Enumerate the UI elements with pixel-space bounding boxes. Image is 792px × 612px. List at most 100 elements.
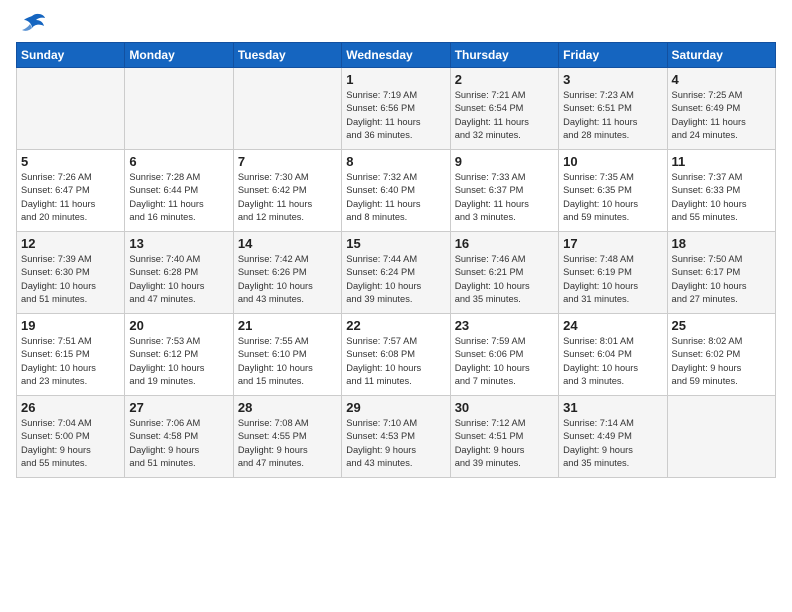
calendar-cell: 12 Sunrise: 7:39 AM Sunset: 6:30 PM Dayli… (17, 232, 125, 314)
day-info: Sunrise: 7:50 AM Sunset: 6:17 PM Dayligh… (672, 253, 771, 307)
day-info: Sunrise: 7:26 AM Sunset: 6:47 PM Dayligh… (21, 171, 120, 225)
calendar-week-3: 12 Sunrise: 7:39 AM Sunset: 6:30 PM Dayli… (17, 232, 776, 314)
calendar-cell: 9 Sunrise: 7:33 AM Sunset: 6:37 PM Daylig… (450, 150, 558, 232)
calendar-cell: 25Sunrise: 8:02 AM Sunset: 6:02 PM Dayli… (667, 314, 775, 396)
day-number: 16 (455, 236, 554, 251)
calendar-cell: 24 Sunrise: 8:01 AM Sunset: 6:04 PM Dayli… (559, 314, 667, 396)
day-number: 2 (455, 72, 554, 87)
day-info: Sunrise: 7:33 AM Sunset: 6:37 PM Dayligh… (455, 171, 554, 225)
calendar-cell: 10Sunrise: 7:35 AM Sunset: 6:35 PM Dayli… (559, 150, 667, 232)
calendar-cell: 19 Sunrise: 7:51 AM Sunset: 6:15 PM Dayli… (17, 314, 125, 396)
calendar-cell: 20Sunrise: 7:53 AM Sunset: 6:12 PM Dayli… (125, 314, 233, 396)
day-header-saturday: Saturday (667, 43, 775, 68)
day-info: Sunrise: 7:37 AM Sunset: 6:33 PM Dayligh… (672, 171, 771, 225)
day-number: 8 (346, 154, 445, 169)
day-info: Sunrise: 7:25 AM Sunset: 6:49 PM Dayligh… (672, 89, 771, 143)
day-number: 24 (563, 318, 662, 333)
calendar-cell: 3 Sunrise: 7:23 AM Sunset: 6:51 PM Daylig… (559, 68, 667, 150)
calendar-cell: 27 Sunrise: 7:06 AM Sunset: 4:58 PM Dayli… (125, 396, 233, 478)
calendar-cell: 11 Sunrise: 7:37 AM Sunset: 6:33 PM Dayli… (667, 150, 775, 232)
calendar-cell: 13 Sunrise: 7:40 AM Sunset: 6:28 PM Dayli… (125, 232, 233, 314)
day-number: 18 (672, 236, 771, 251)
day-info: Sunrise: 7:30 AM Sunset: 6:42 PM Dayligh… (238, 171, 337, 225)
day-info: Sunrise: 7:57 AM Sunset: 6:08 PM Dayligh… (346, 335, 445, 389)
header (16, 12, 776, 34)
day-number: 15 (346, 236, 445, 251)
calendar-cell: 16 Sunrise: 7:46 AM Sunset: 6:21 PM Dayli… (450, 232, 558, 314)
calendar-cell: 1Sunrise: 7:19 AM Sunset: 6:56 PM Daylig… (342, 68, 450, 150)
day-info: Sunrise: 7:46 AM Sunset: 6:21 PM Dayligh… (455, 253, 554, 307)
day-info: Sunrise: 7:28 AM Sunset: 6:44 PM Dayligh… (129, 171, 228, 225)
calendar-cell: 22 Sunrise: 7:57 AM Sunset: 6:08 PM Dayli… (342, 314, 450, 396)
day-number: 3 (563, 72, 662, 87)
day-info: Sunrise: 7:40 AM Sunset: 6:28 PM Dayligh… (129, 253, 228, 307)
calendar-week-2: 5 Sunrise: 7:26 AM Sunset: 6:47 PM Daylig… (17, 150, 776, 232)
day-info: Sunrise: 7:14 AM Sunset: 4:49 PM Dayligh… (563, 417, 662, 471)
calendar-cell: 7 Sunrise: 7:30 AM Sunset: 6:42 PM Daylig… (233, 150, 341, 232)
day-number: 11 (672, 154, 771, 169)
day-info: Sunrise: 7:48 AM Sunset: 6:19 PM Dayligh… (563, 253, 662, 307)
day-number: 23 (455, 318, 554, 333)
calendar-week-4: 19 Sunrise: 7:51 AM Sunset: 6:15 PM Dayli… (17, 314, 776, 396)
calendar-cell: 2Sunrise: 7:21 AM Sunset: 6:54 PM Daylig… (450, 68, 558, 150)
day-number: 20 (129, 318, 228, 333)
day-number: 10 (563, 154, 662, 169)
day-info: Sunrise: 7:19 AM Sunset: 6:56 PM Dayligh… (346, 89, 445, 143)
day-number: 31 (563, 400, 662, 415)
day-number: 4 (672, 72, 771, 87)
day-info: Sunrise: 7:51 AM Sunset: 6:15 PM Dayligh… (21, 335, 120, 389)
calendar-cell: 23Sunrise: 7:59 AM Sunset: 6:06 PM Dayli… (450, 314, 558, 396)
day-number: 19 (21, 318, 120, 333)
day-info: Sunrise: 7:04 AM Sunset: 5:00 PM Dayligh… (21, 417, 120, 471)
day-number: 9 (455, 154, 554, 169)
day-number: 6 (129, 154, 228, 169)
calendar-cell: 28 Sunrise: 7:08 AM Sunset: 4:55 PM Dayli… (233, 396, 341, 478)
day-info: Sunrise: 8:01 AM Sunset: 6:04 PM Dayligh… (563, 335, 662, 389)
day-info: Sunrise: 7:23 AM Sunset: 6:51 PM Dayligh… (563, 89, 662, 143)
calendar-cell: 15Sunrise: 7:44 AM Sunset: 6:24 PM Dayli… (342, 232, 450, 314)
calendar-cell: 4 Sunrise: 7:25 AM Sunset: 6:49 PM Daylig… (667, 68, 775, 150)
day-info: Sunrise: 7:39 AM Sunset: 6:30 PM Dayligh… (21, 253, 120, 307)
calendar-cell (125, 68, 233, 150)
day-number: 12 (21, 236, 120, 251)
day-number: 22 (346, 318, 445, 333)
calendar-cell: 29 Sunrise: 7:10 AM Sunset: 4:53 PM Dayli… (342, 396, 450, 478)
day-header-monday: Monday (125, 43, 233, 68)
day-info: Sunrise: 7:10 AM Sunset: 4:53 PM Dayligh… (346, 417, 445, 471)
calendar-cell (667, 396, 775, 478)
day-number: 17 (563, 236, 662, 251)
day-number: 27 (129, 400, 228, 415)
day-number: 29 (346, 400, 445, 415)
day-number: 14 (238, 236, 337, 251)
calendar-cell: 5 Sunrise: 7:26 AM Sunset: 6:47 PM Daylig… (17, 150, 125, 232)
calendar-cell: 26 Sunrise: 7:04 AM Sunset: 5:00 PM Dayli… (17, 396, 125, 478)
day-info: Sunrise: 7:42 AM Sunset: 6:26 PM Dayligh… (238, 253, 337, 307)
day-info: Sunrise: 7:08 AM Sunset: 4:55 PM Dayligh… (238, 417, 337, 471)
calendar-table: SundayMondayTuesdayWednesdayThursdayFrid… (16, 42, 776, 478)
day-number: 13 (129, 236, 228, 251)
calendar-cell (233, 68, 341, 150)
day-header-wednesday: Wednesday (342, 43, 450, 68)
day-info: Sunrise: 7:12 AM Sunset: 4:51 PM Dayligh… (455, 417, 554, 471)
day-header-sunday: Sunday (17, 43, 125, 68)
day-info: Sunrise: 7:55 AM Sunset: 6:10 PM Dayligh… (238, 335, 337, 389)
calendar-cell: 30Sunrise: 7:12 AM Sunset: 4:51 PM Dayli… (450, 396, 558, 478)
calendar-cell (17, 68, 125, 150)
day-number: 7 (238, 154, 337, 169)
calendar-cell: 14 Sunrise: 7:42 AM Sunset: 6:26 PM Dayli… (233, 232, 341, 314)
calendar-week-5: 26 Sunrise: 7:04 AM Sunset: 5:00 PM Dayli… (17, 396, 776, 478)
day-number: 26 (21, 400, 120, 415)
day-info: Sunrise: 7:06 AM Sunset: 4:58 PM Dayligh… (129, 417, 228, 471)
day-info: Sunrise: 8:02 AM Sunset: 6:02 PM Dayligh… (672, 335, 771, 389)
day-number: 5 (21, 154, 120, 169)
day-number: 28 (238, 400, 337, 415)
calendar-cell: 18 Sunrise: 7:50 AM Sunset: 6:17 PM Dayli… (667, 232, 775, 314)
day-header-friday: Friday (559, 43, 667, 68)
logo-bird-icon (18, 12, 46, 34)
calendar-cell: 21 Sunrise: 7:55 AM Sunset: 6:10 PM Dayli… (233, 314, 341, 396)
day-header-thursday: Thursday (450, 43, 558, 68)
calendar-cell: 6 Sunrise: 7:28 AM Sunset: 6:44 PM Daylig… (125, 150, 233, 232)
day-number: 21 (238, 318, 337, 333)
day-header-tuesday: Tuesday (233, 43, 341, 68)
calendar-cell: 31 Sunrise: 7:14 AM Sunset: 4:49 PM Dayli… (559, 396, 667, 478)
